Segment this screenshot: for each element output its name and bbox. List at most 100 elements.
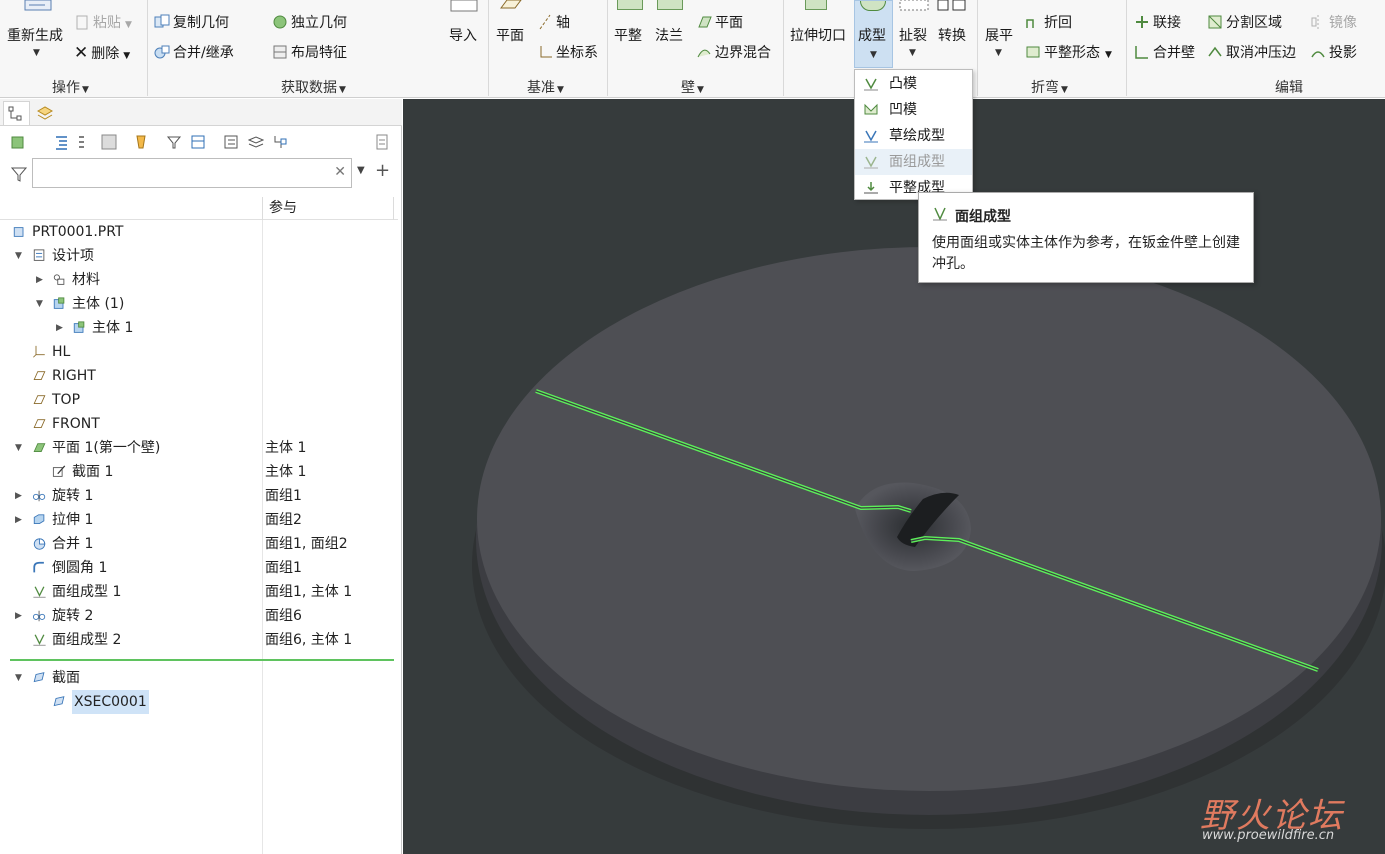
regenerate-button[interactable]: 重新生成 — [7, 27, 63, 45]
tree-row[interactable]: ▶ 旋转 2 面组6 — [0, 604, 398, 628]
chevron-down-icon[interactable]: ▼ — [909, 48, 916, 58]
chevron-down-icon[interactable]: ▼ — [33, 48, 40, 58]
planar-wall-button[interactable]: 平面 — [696, 14, 743, 32]
flat-wall-button[interactable]: 平整 — [614, 27, 642, 45]
collapse-icon[interactable]: ▼ — [36, 292, 43, 316]
delete-button[interactable]: ✕ 删除 ▼ — [74, 44, 130, 65]
tree-item-name[interactable]: 旋转 2 — [52, 604, 93, 628]
expand-icon[interactable]: ▶ — [15, 508, 22, 532]
tree-item-name[interactable]: 主体 (1) — [72, 292, 124, 316]
menu-item-quilt-form[interactable]: 面组成型 — [855, 149, 972, 175]
independent-geometry-button[interactable]: 独立几何 — [272, 14, 347, 32]
tree-row[interactable]: ▶ 拉伸 1 面组2 — [0, 508, 398, 532]
tree-item-name[interactable]: 平面 1(第一个壁) — [52, 436, 160, 460]
tree-item-name[interactable]: 截面 1 — [72, 460, 113, 484]
datum-plane-button[interactable]: 平面 — [496, 27, 524, 45]
tree-item-name[interactable]: 主体 1 — [92, 316, 133, 340]
insert-here-line[interactable] — [10, 659, 394, 661]
menu-item-punch-form[interactable]: 凸模 — [855, 71, 972, 97]
split-area-button[interactable]: 分割区域 — [1207, 14, 1282, 32]
flat-state-button[interactable]: 平整形态 ▼ — [1025, 44, 1112, 64]
tree-item-name[interactable]: 拉伸 1 — [52, 508, 93, 532]
add-filter-icon[interactable]: + — [375, 160, 390, 181]
tree-row[interactable]: 截面 1 主体 1 — [0, 460, 398, 484]
paste-button[interactable]: 粘贴 ▼ — [74, 14, 132, 34]
clear-icon[interactable]: ✕ — [334, 164, 346, 180]
merge-walls-button[interactable]: 合并壁 — [1134, 44, 1195, 62]
tree-row[interactable]: 倒圆角 1 面组1 — [0, 556, 398, 580]
datum-group-label[interactable]: 基准 ▼ — [527, 77, 564, 97]
tree-item-name[interactable]: 截面 — [52, 666, 80, 690]
tree-row[interactable]: ▶ 材料 — [0, 268, 398, 292]
highlight-icon[interactable] — [133, 134, 149, 150]
tree-row[interactable]: ▼ 主体 (1) — [0, 292, 398, 316]
unstamp-edges-button[interactable]: 取消冲压边 — [1207, 44, 1296, 62]
mirror-button[interactable]: 镜像 — [1310, 14, 1357, 32]
tab-layer-tree[interactable] — [33, 101, 60, 125]
tree-row[interactable]: 合并 1 面组1, 面组2 — [0, 532, 398, 556]
collapse-icon[interactable]: ▼ — [15, 436, 22, 460]
layout-feature-button[interactable]: 布局特征 — [272, 44, 347, 62]
chevron-down-icon[interactable]: ▼ — [995, 48, 1002, 58]
tree-item-name[interactable]: PRT0001.PRT — [32, 220, 124, 244]
tree-item-name[interactable]: HL — [52, 340, 70, 364]
tree-item-name[interactable]: 材料 — [72, 268, 100, 292]
editing-group-label[interactable]: 编辑 — [1275, 77, 1303, 97]
tree-row[interactable]: FRONT — [0, 412, 398, 436]
extrude-cut-button[interactable]: 拉伸切口 — [790, 27, 846, 45]
flange-wall-button[interactable]: 法兰 — [655, 27, 683, 45]
tree-row[interactable]: 面组成型 2 面组6, 主体 1 — [0, 628, 398, 652]
tree-item-name[interactable]: 面组成型 1 — [52, 580, 121, 604]
column-header-participation[interactable]: 参与 — [262, 197, 297, 220]
tree-row[interactable]: ▶ 主体 1 — [0, 316, 398, 340]
tree-row[interactable]: ▼ 截面 — [0, 666, 398, 690]
menu-item-die-form[interactable]: 凹模 — [855, 97, 972, 123]
tree-filter-icon[interactable] — [166, 134, 182, 150]
unbend-button[interactable]: 展平 — [985, 27, 1013, 45]
list-icon[interactable] — [223, 134, 239, 150]
coordinate-system-button[interactable]: 坐标系 — [537, 44, 598, 62]
tree-row[interactable]: PRT0001.PRT — [0, 220, 398, 244]
tab-model-tree[interactable] — [3, 101, 30, 125]
expand-icon[interactable]: ▶ — [15, 604, 22, 628]
collapse-icon[interactable]: ▼ — [15, 666, 22, 690]
tree-row[interactable]: ▶ 旋转 1 面组1 — [0, 484, 398, 508]
walls-group-label[interactable]: 壁 ▼ — [681, 77, 704, 97]
tree-row[interactable]: HL — [0, 340, 398, 364]
tree-row[interactable]: 面组成型 1 面组1, 主体 1 — [0, 580, 398, 604]
search-input[interactable]: ✕ — [32, 158, 352, 188]
copy-geometry-button[interactable]: 复制几何 — [154, 14, 229, 32]
show-icon[interactable] — [10, 134, 26, 150]
tree-expand-icon[interactable] — [76, 134, 92, 150]
tree-item-name[interactable]: FRONT — [52, 412, 100, 436]
expand-icon[interactable]: ▶ — [36, 268, 43, 292]
tree-row[interactable]: ▼ 平面 1(第一个壁) 主体 1 — [0, 436, 398, 460]
convert-button[interactable]: 转换 — [938, 27, 966, 45]
tree-notes-icon[interactable] — [374, 134, 390, 150]
operations-group-label[interactable]: 操作 ▼ — [52, 77, 89, 97]
hierarchy-icon[interactable] — [272, 134, 288, 150]
tree-item-name[interactable]: RIGHT — [52, 364, 96, 388]
tree-item-name[interactable]: 旋转 1 — [52, 484, 93, 508]
import-button[interactable]: 导入 — [449, 27, 477, 45]
tree-settings-icon[interactable] — [101, 134, 117, 150]
layers-stack-icon[interactable] — [248, 134, 264, 150]
tree-item-name[interactable]: TOP — [52, 388, 80, 412]
tree-row[interactable]: RIGHT — [0, 364, 398, 388]
tree-row[interactable]: XSEC0001 — [0, 690, 398, 714]
get-data-group-label[interactable]: 获取数据 ▼ — [281, 77, 346, 97]
rip-button[interactable]: 扯裂 — [899, 27, 927, 45]
expand-icon[interactable]: ▶ — [56, 316, 63, 340]
tree-columns-icon[interactable] — [53, 134, 69, 150]
project-button[interactable]: 投影 — [1310, 44, 1357, 62]
merge-inherit-button[interactable]: 合并/继承 — [154, 44, 234, 62]
bends-group-label[interactable]: 折弯 ▼ — [1031, 77, 1068, 97]
bend-back-button[interactable]: 折回 — [1025, 14, 1072, 32]
collapse-icon[interactable]: ▼ — [15, 244, 22, 268]
axis-button[interactable]: 轴 — [537, 14, 570, 32]
expand-icon[interactable]: ▶ — [15, 484, 22, 508]
tree-item-name[interactable]: 倒圆角 1 — [52, 556, 107, 580]
form-button[interactable]: 成型 ▼ — [854, 0, 893, 68]
tree-item-name[interactable]: 面组成型 2 — [52, 628, 121, 652]
tree-row[interactable]: TOP — [0, 388, 398, 412]
